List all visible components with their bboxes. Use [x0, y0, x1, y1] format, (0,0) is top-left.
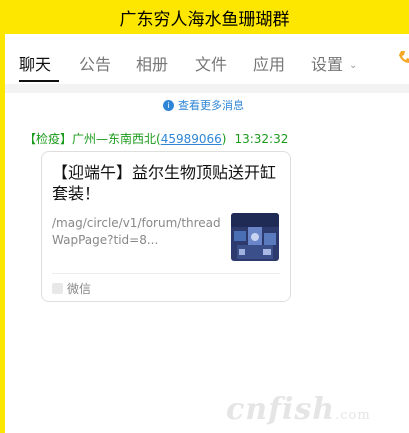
site-watermark: cnfish.com: [226, 392, 371, 427]
shared-link-card[interactable]: 【迎端午】益尔生物顶贴送开缸套装！ /mag/circle/v1/forum/t…: [41, 151, 291, 302]
message-sender: 【检疫】广州—东南西北(45989066) 13:32:32: [24, 130, 288, 147]
watermark-text: cnfish: [226, 392, 336, 427]
card-thumbnail: [231, 213, 279, 261]
card-title: 【迎端午】益尔生物顶贴送开缸套装！: [52, 163, 277, 203]
tab-album[interactable]: 相册: [136, 51, 168, 75]
tab-apps[interactable]: 应用: [253, 51, 285, 75]
phone-icon[interactable]: [398, 50, 409, 64]
group-name: 广东穷人海水鱼珊瑚群: [119, 9, 290, 30]
chat-window-title: 广东穷人海水鱼珊瑚群: [0, 0, 409, 34]
card-divider: [52, 273, 280, 274]
wechat-icon: [52, 283, 63, 294]
message-time: 13:32:32: [234, 132, 289, 146]
card-url: /mag/circle/v1/forum/threadWapPage?tid=8…: [52, 216, 221, 247]
message-area-top: [5, 84, 409, 93]
card-source: 微信: [52, 280, 91, 297]
sender-qq-number[interactable]: 45989066: [161, 132, 222, 146]
sender-suffix: ): [221, 132, 227, 146]
window-frame-left: [0, 34, 5, 433]
tab-settings-label: 设置: [311, 55, 344, 74]
tab-files[interactable]: 文件: [195, 51, 227, 75]
card-source-label: 微信: [67, 282, 92, 296]
chevron-down-icon: ⌄: [349, 60, 358, 71]
view-more-label: 查看更多消息: [178, 99, 244, 112]
sender-name[interactable]: 【检疫】广州—东南西北(: [24, 132, 161, 146]
history-icon: i: [163, 99, 174, 111]
active-tab-indicator: [19, 80, 59, 82]
tab-settings[interactable]: 设置 ⌄: [311, 51, 357, 75]
tab-announcement[interactable]: 公告: [79, 51, 111, 75]
watermark-suffix: .com: [335, 408, 371, 423]
chat-tab-bar: 聊天 公告 相册 文件 应用 设置 ⌄: [5, 34, 409, 85]
tab-chat[interactable]: 聊天: [19, 51, 51, 75]
view-more-messages-link[interactable]: i 查看更多消息: [163, 97, 244, 113]
